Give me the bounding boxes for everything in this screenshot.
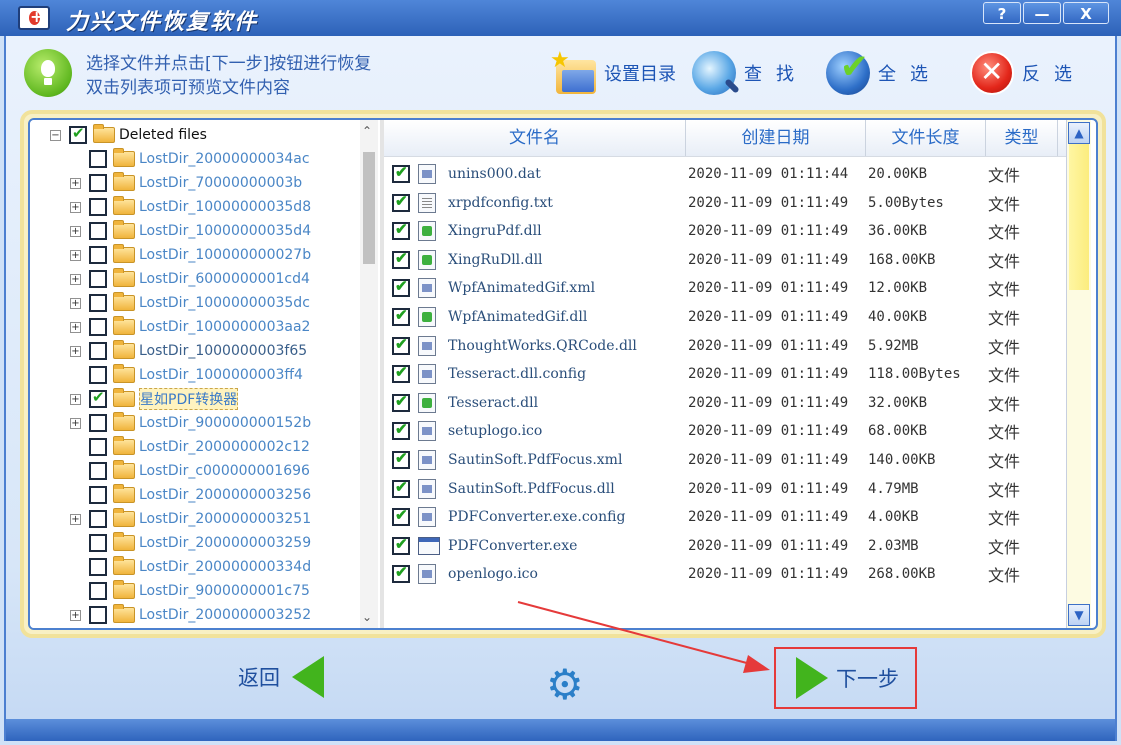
window-controls: ? — X <box>981 2 1109 24</box>
bottom-strip <box>6 719 1115 741</box>
minimize-button[interactable]: — <box>1023 2 1061 24</box>
help-button[interactable]: ? <box>983 2 1021 24</box>
window-title: 力兴文件恢复软件 <box>66 10 259 35</box>
main-panel: 选择文件并点击[下一步]按钮进行恢复 双击列表项可预览文件内容 设置目录 查找 … <box>4 36 1117 741</box>
app-logo-icon <box>18 6 50 30</box>
close-button[interactable]: X <box>1063 2 1109 24</box>
title-bar: 力兴文件恢复软件 ? — X <box>0 0 1121 36</box>
annotation-arrow <box>517 601 770 673</box>
